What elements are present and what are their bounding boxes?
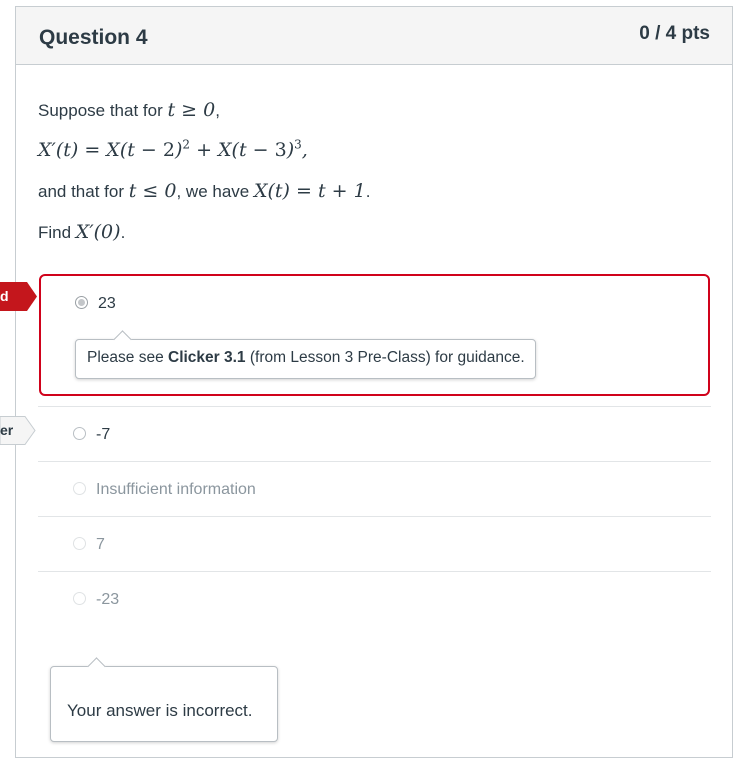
math-inline: X(t) = t + 1 bbox=[253, 180, 366, 202]
text-suffix: , bbox=[215, 101, 220, 120]
math-inline: t ≤ 0 bbox=[128, 180, 177, 202]
text-prefix: and that for bbox=[38, 182, 129, 201]
answer-radio-1[interactable] bbox=[75, 296, 88, 309]
comment-prefix: Please see bbox=[87, 349, 168, 366]
correct-answer-tag-label: er bbox=[0, 422, 14, 438]
answer-radio-3[interactable] bbox=[73, 482, 86, 495]
math-inline: X′(0) bbox=[75, 221, 121, 243]
answer-label-1: 23 bbox=[98, 295, 116, 312]
answer-comment-text: Please see Clicker 3.1 (from Lesson 3 Pr… bbox=[87, 349, 525, 367]
answer-radio-2[interactable] bbox=[73, 427, 86, 440]
answer-label-2: -7 bbox=[96, 426, 111, 443]
text-prefix: Suppose that for bbox=[38, 101, 168, 120]
text-suffix: . bbox=[365, 182, 371, 201]
answer-label-5: -23 bbox=[96, 591, 120, 608]
you-answered-tag-label: d bbox=[0, 288, 9, 304]
question-text-line-4: Find X′(0). bbox=[38, 221, 125, 243]
question-points: 0 / 4 pts bbox=[639, 23, 710, 44]
feedback-bubble: Your answer is incorrect. bbox=[50, 657, 278, 742]
feedback-text: Your answer is incorrect. bbox=[67, 701, 253, 720]
text-prefix: Find bbox=[38, 223, 76, 242]
answer-label-3: Insufficient information bbox=[96, 481, 256, 498]
comment-suffix: (from Lesson 3 Pre-Class) for guidance. bbox=[245, 349, 525, 366]
answer-divider bbox=[38, 406, 711, 407]
math-inline: t ≥ 0 bbox=[167, 99, 216, 121]
answer-divider bbox=[38, 571, 711, 572]
question-text-line-3: and that for t ≤ 0, we have X(t) = t + 1… bbox=[38, 180, 370, 202]
question-title: Question 4 bbox=[39, 26, 148, 49]
text-mid: , we have bbox=[176, 182, 254, 201]
answer-label-4: 7 bbox=[96, 536, 105, 553]
question-equation: X′(t) = X(t − 2)2 + X(t − 3)3, bbox=[38, 138, 308, 161]
math-display-equation: X′(t) = X(t − 2)2 + X(t − 3)3, bbox=[38, 138, 308, 162]
answer-radio-4[interactable] bbox=[73, 537, 86, 550]
answer-radio-5[interactable] bbox=[73, 592, 86, 605]
question-text-line-1: Suppose that for t ≥ 0, bbox=[38, 99, 220, 121]
text-suffix: . bbox=[120, 223, 126, 242]
answer-comment: Please see Clicker 3.1 (from Lesson 3 Pr… bbox=[75, 330, 536, 379]
answer-divider bbox=[38, 461, 711, 462]
you-answered-tag: d bbox=[0, 282, 37, 311]
answer-divider bbox=[38, 516, 711, 517]
comment-bold-ref: Clicker 3.1 bbox=[168, 349, 246, 366]
question-header: Question 4 0 / 4 pts bbox=[16, 7, 732, 65]
correct-answer-tag: er bbox=[0, 416, 36, 445]
